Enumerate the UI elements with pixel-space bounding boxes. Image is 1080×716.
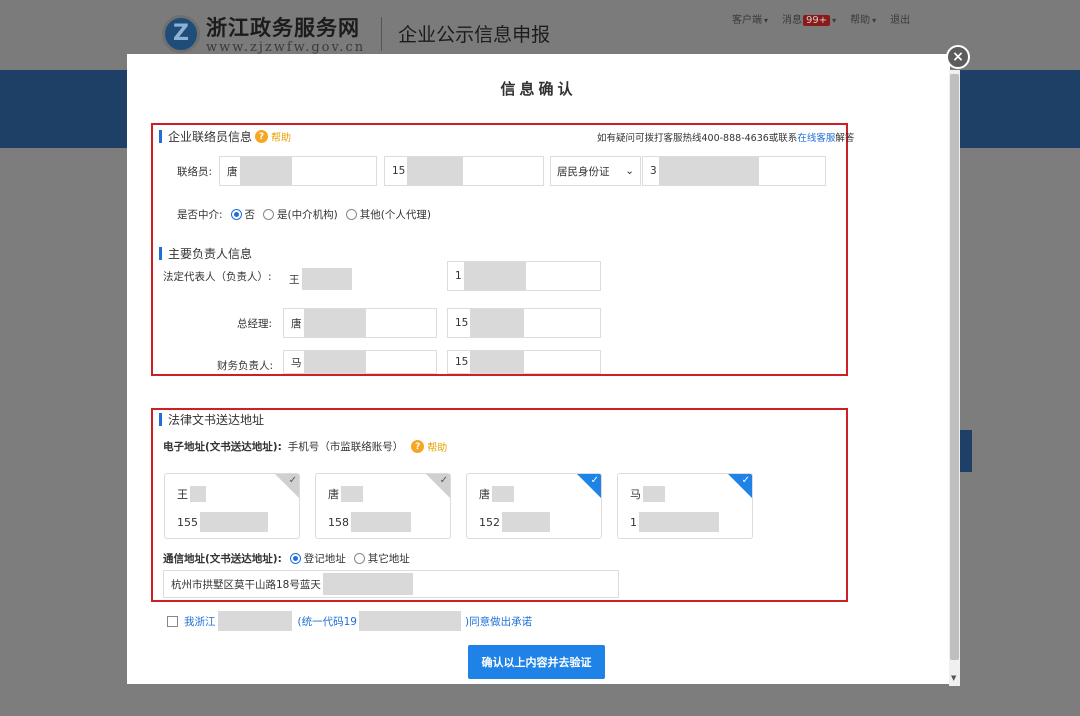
chevron-down-icon: ⌄ [625,165,634,177]
modal-scrollbar[interactable]: ▼ [949,70,960,686]
nav-help[interactable]: 帮助 ▾ [850,11,876,26]
email-address-row: 电子地址(文书送达地址): 手机号（市监联络账号） ? 帮助 [163,439,448,454]
contact-phone-input[interactable]: 15 [384,156,544,186]
top-nav: 客户端 ▾ 消息 99+ ▾ 帮助 ▾ 退出 [732,11,910,26]
caret-down-icon: ▾ [764,16,769,25]
caret-down-icon: ▾ [832,16,837,25]
help-icon: ? [255,130,269,143]
contact-label: 联络员: [177,166,213,178]
caret-down-icon: ▾ [872,16,877,25]
check-icon: ✓ [288,475,297,486]
recipient-card[interactable]: ✓ 王 155 [164,473,300,539]
gm-name-input[interactable]: 唐 [283,308,437,338]
logo-name: 浙江政务服务网 [206,15,360,40]
site-logo: Z 浙江政务服务网 www.zjzwfw.gov.cn 企业公示信息申报 [162,12,550,55]
check-icon: ✓ [439,475,448,486]
commitment-checkbox[interactable] [167,615,178,627]
help-icon: ? [411,440,425,453]
postal-address-input[interactable]: 杭州市拱墅区莫干山路18号蓝天 [163,570,619,598]
check-icon: ✓ [590,475,599,486]
logo-url: www.zjzwfw.gov.cn [206,40,366,55]
nav-messages[interactable]: 消息 99+ ▾ [782,11,836,26]
recipient-card[interactable]: ✓ 马 1 [617,473,753,539]
legal-rep-name: 王 [289,268,352,290]
finance-name-input[interactable]: 马 [283,350,437,374]
finance-phone-input[interactable]: 15 [447,350,601,374]
recipient-card[interactable]: ✓ 唐 152 [466,473,602,539]
delivery-section-header: 法律文书送达地址 [159,411,264,428]
confirm-and-verify-button[interactable]: 确认以上内容并去验证 [468,645,605,679]
scrollbar-thumb[interactable] [950,74,959,660]
legal-rep-label: 法定代表人（负责人）: [163,271,272,283]
gm-phone-input[interactable]: 15 [447,308,601,338]
agent-yes-radio[interactable] [263,209,275,220]
id-number-input[interactable]: 3 [642,156,826,186]
recipient-card[interactable]: ✓ 唐 158 [315,473,451,539]
other-address-radio[interactable] [353,553,365,564]
check-icon: ✓ [741,475,750,486]
contact-name-input[interactable]: 唐 [219,156,377,186]
logo-emblem-icon: Z [162,14,200,53]
id-type-select[interactable]: 居民身份证 ⌄ [550,156,641,186]
contact-help[interactable]: ? 帮助 [255,129,291,144]
gm-label: 总经理: [237,318,273,330]
info-confirm-modal: 信息确认 企业联络员信息 ? 帮助 如有疑问可拨打客服热线400-888-4636… [127,54,950,684]
legal-rep-phone-input[interactable]: 1 [447,261,601,291]
principal-section-header: 主要负责人信息 [159,245,252,262]
nav-logout[interactable]: 退出 [890,11,910,26]
postal-address-radio-group: 通信地址(文书送达地址): 登记地址 其它地址 [163,553,410,565]
online-service-link[interactable]: 在线客服 [797,133,835,144]
delivery-help[interactable]: ? 帮助 [411,439,447,454]
contact-section-header: 企业联络员信息 ? 帮助 [159,128,291,145]
agent-radio-group: 是否中介: 否 是(中介机构) 其他(个人代理) [177,209,431,221]
finance-label: 财务负责人: [217,360,274,372]
registered-address-radio[interactable] [289,553,301,564]
scroll-down-icon[interactable]: ▼ [951,674,956,682]
message-count-badge: 99+ [803,15,831,26]
commitment-row: 我浙江 (统一代码19 )同意做出承诺 [167,611,532,631]
modal-title: 信息确认 [500,80,577,98]
logo-divider [381,16,383,51]
close-icon[interactable]: × [946,45,970,69]
site-subtitle: 企业公示信息申报 [398,24,551,46]
agent-no-radio[interactable] [230,209,242,220]
page-side-block [960,430,972,472]
hotline-text: 如有疑问可拨打客服热线400-888-4636或联系在线客服解答 [597,133,855,144]
agent-other-radio[interactable] [345,209,357,220]
nav-client[interactable]: 客户端 ▾ [732,11,768,26]
